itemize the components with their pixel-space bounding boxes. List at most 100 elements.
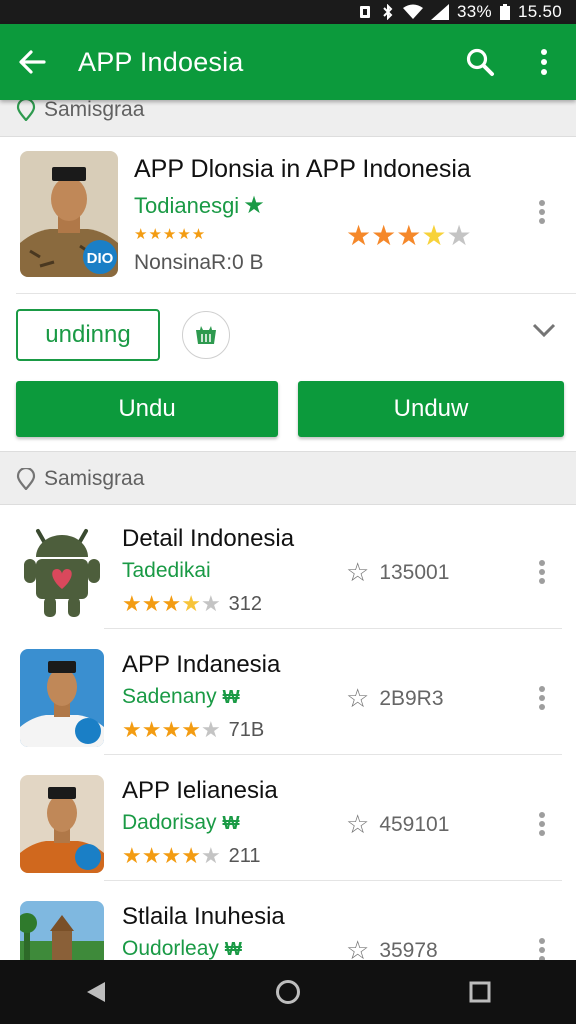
more-vert-icon [541,49,547,75]
verified-star-icon: ★ [243,192,265,219]
featured-more-button[interactable] [538,199,546,230]
nav-home-button[interactable] [248,960,328,1024]
nav-back-button[interactable] [56,960,136,1024]
wifi-icon [403,4,424,19]
app-name[interactable]: Stlaila Inuhesia [122,903,285,931]
outline-action-button[interactable]: undinng [16,309,160,361]
badge-text: DIO [87,250,114,267]
star-half-icon: ★ [181,591,201,616]
download-count: ☆ 35978 [346,935,438,960]
row-divider [104,754,562,755]
more-vert-icon [539,200,545,224]
app-developer[interactable]: Tadedikai [122,559,211,583]
download-count: ☆ 135001 [346,557,449,588]
star-icon: ★ [161,843,182,868]
battery-icon [499,4,510,20]
row-divider [104,880,562,881]
notification-icon [360,6,371,18]
star-icon: ★ [396,220,422,251]
back-button[interactable] [0,24,64,100]
list-item[interactable]: Detail Indonesia Tadedikai ★★★★★ 312 ☆ 1… [0,505,576,629]
location-pin-icon [16,99,36,121]
download-count: ☆ 459101 [346,809,449,840]
featured-mini-rating: ★★★★★ [134,226,207,243]
app-icon[interactable] [20,523,104,621]
app-developer-name: Dadorisay [122,811,217,834]
download-value: 35978 [379,938,438,961]
status-bar: 33% 15.50 [0,0,576,24]
star-icon: ★ [161,591,182,616]
star-empty-icon: ★ [446,220,472,251]
section-label: Samisgraa [44,98,145,121]
row-more-button[interactable] [538,685,546,716]
nav-home-icon [276,980,300,1004]
app-developer-name: Tadedikai [122,559,211,582]
featured-developer[interactable]: Todianesgi ★ [134,191,265,220]
app-name[interactable]: Detail Indonesia [122,525,294,553]
app-icon[interactable] [20,775,104,873]
app-developer[interactable]: Oudorleay ₩ [122,937,242,960]
star-icon: ★ [122,717,142,742]
person-portrait-icon: DIO [20,151,118,277]
app-developer-name: Sadenany [122,685,217,708]
more-vert-icon [539,812,545,836]
list-item[interactable]: APP Indanesia Sadenany ₩ ★★★★★ 71B ☆ 2B9… [0,631,576,755]
overflow-menu-button[interactable] [512,24,576,100]
search-button[interactable] [448,24,512,100]
expand-button[interactable] [532,323,556,342]
featured-app-name[interactable]: APP Dlonsia in APP Indonesia [134,155,471,184]
person-orange-icon [20,775,104,873]
featured-star-rating: ★★★★★ [346,219,472,252]
app-rating: ★★★★★ 312 [122,591,262,617]
star-icon: ★ [161,717,182,742]
clock: 15.50 [517,2,562,21]
download-button-right[interactable]: Unduw [298,381,564,437]
search-icon [466,48,494,76]
star-icon: ★ [141,717,162,742]
list-item[interactable]: APP Ielianesia Dadorisay ₩ ★★★★★ 211 ☆ 4… [0,757,576,881]
nav-back-icon [87,982,105,1002]
star-outline-icon: ☆ [346,683,370,713]
row-more-button[interactable] [538,937,546,960]
review-count: 312 [228,592,263,615]
app-badge: ₩ [224,938,242,959]
app-rating: ★★★★★ 71B [122,717,264,743]
app-name[interactable]: APP Ielianesia [122,777,278,805]
star-icon: ★ [141,591,162,616]
android-heart-icon [20,523,104,621]
share-button[interactable] [182,311,230,359]
app-icon[interactable] [20,901,104,960]
app-badge: ₩ [222,812,240,833]
star-empty-icon: ★ [200,717,221,742]
bluetooth-icon [383,4,393,20]
app-developer[interactable]: Sadenany ₩ [122,685,240,709]
star-icon: ★ [371,220,397,251]
system-nav-bar [0,960,576,1024]
app-icon[interactable] [20,649,104,747]
more-vert-icon [539,560,545,584]
app-developer[interactable]: Dadorisay ₩ [122,811,240,835]
star-half-icon: ★ [421,220,447,251]
download-count: ☆ 2B9R3 [346,683,444,714]
app-name[interactable]: APP Indanesia [122,651,280,679]
row-more-button[interactable] [538,811,546,842]
star-outline-icon: ☆ [346,935,370,960]
download-button-left[interactable]: Undu [16,381,278,437]
featured-app-card[interactable]: DIO APP Dlonsia in APP Indonesia Todiane… [0,136,576,452]
chevron-down-icon [532,323,556,338]
app-list: Detail Indonesia Tadedikai ★★★★★ 312 ☆ 1… [0,504,576,960]
temple-icon [20,901,104,960]
app-rating: ★★★★★ 211 [122,843,261,869]
list-item[interactable]: Stlaila Inuhesia Oudorleay ₩ ☆ 35978 [0,883,576,960]
more-vert-icon [539,686,545,710]
featured-app-thumbnail[interactable]: DIO [20,151,118,277]
row-more-button[interactable] [538,559,546,590]
star-icon: ★ [346,220,372,251]
section-label: Samisgraa [44,467,145,490]
nav-recents-button[interactable] [440,960,520,1024]
battery-percent: 33% [457,2,492,21]
star-icon: ★ [141,843,162,868]
featured-developer-name: Todianesgi [134,192,240,218]
download-value: 459101 [379,812,450,836]
download-value: 2B9R3 [379,686,444,710]
